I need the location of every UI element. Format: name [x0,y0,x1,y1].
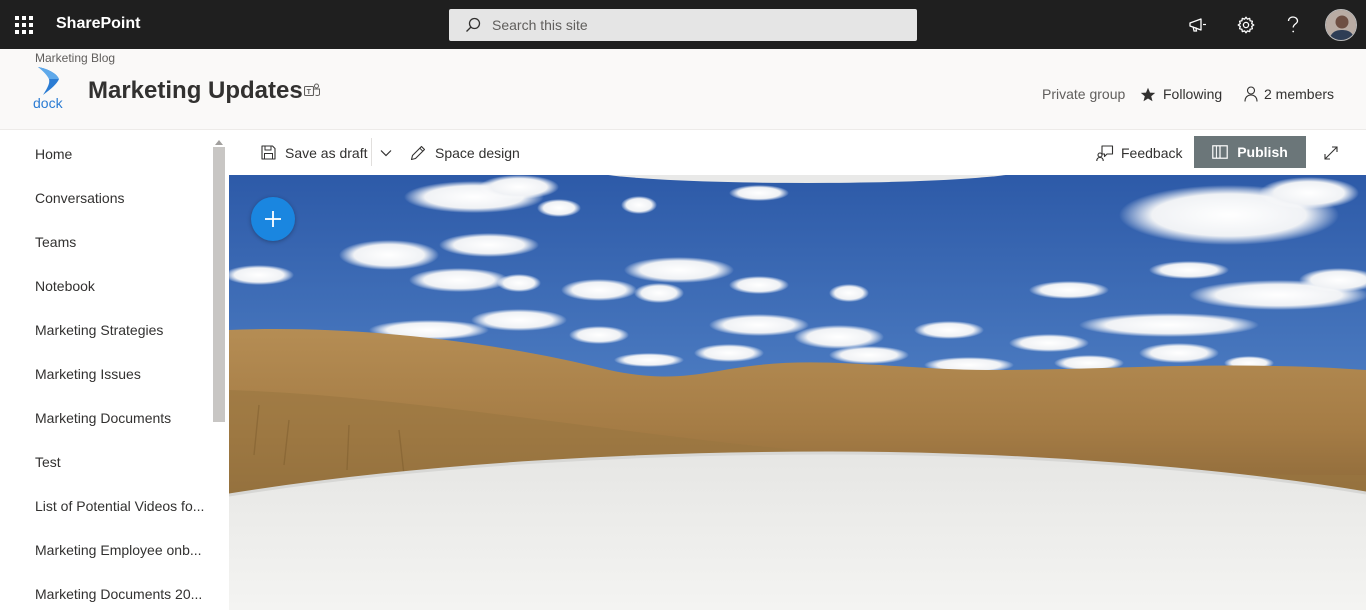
megaphone-icon [1189,18,1206,32]
search-input[interactable] [492,17,872,33]
pencil-icon [410,145,426,160]
left-nav: Home Conversations Teams Notebook Market… [0,130,229,610]
follow-button[interactable]: Following [1140,86,1222,102]
space-design-label: Space design [435,144,520,161]
app-launcher-button[interactable] [0,0,48,49]
save-options-dropdown[interactable] [380,130,392,175]
user-photo [1326,10,1356,40]
save-icon [261,145,276,160]
site-header: Marketing Blog dock Marketing Updates T … [0,49,1366,130]
nav-item-test[interactable]: Test [35,454,205,470]
settings-button[interactable] [1229,8,1263,42]
privacy-label: Private group [1042,86,1126,102]
nav-item-potential-videos[interactable]: List of Potential Videos fo... [35,498,205,514]
search-icon [466,17,481,32]
follow-label: Following [1163,86,1223,102]
help-button[interactable] [1276,8,1310,42]
nav-item-marketing-documents-20[interactable]: Marketing Documents 20... [35,586,205,602]
help-icon [1287,16,1299,33]
nav-item-employee-onboarding[interactable]: Marketing Employee onb... [35,542,205,558]
panorama-scene-image [229,175,1366,610]
publish-label: Publish [1237,144,1288,160]
svg-text:T: T [307,89,312,96]
whats-new-button[interactable] [1181,8,1215,42]
teams-icon[interactable]: T [304,83,321,99]
nav-item-home[interactable]: Home [35,146,205,162]
logo-mark-icon [38,67,59,95]
members-label: 2 members [1264,86,1335,102]
nav-item-marketing-documents[interactable]: Marketing Documents [35,410,205,426]
person-icon [1244,86,1258,102]
feedback-button[interactable]: Feedback [1096,130,1182,175]
plus-icon [265,211,281,227]
expand-icon [1324,145,1338,160]
nav-item-teams[interactable]: Teams [35,234,205,250]
save-as-draft-button[interactable]: Save as draft [261,130,368,175]
nav-item-notebook[interactable]: Notebook [35,278,205,294]
page-title[interactable]: Marketing Updates [88,77,303,105]
full-screen-button[interactable] [1323,130,1339,175]
star-icon [1140,87,1156,101]
site-logo[interactable]: dock [31,67,69,113]
gear-icon [1237,16,1255,34]
suite-bar: SharePoint [0,0,1366,49]
chevron-down-icon [380,149,392,156]
nav-item-conversations[interactable]: Conversations [35,190,205,206]
nav-item-marketing-strategies[interactable]: Marketing Strategies [35,322,205,338]
add-web-part-button[interactable] [251,197,295,241]
command-divider [371,138,372,166]
nav-item-marketing-issues[interactable]: Marketing Issues [35,366,205,382]
scroll-up-arrow-icon[interactable] [215,140,223,145]
waffle-icon [15,15,33,34]
members-button[interactable]: 2 members [1244,86,1334,102]
avatar[interactable] [1325,9,1357,41]
publish-button[interactable]: Publish [1194,136,1306,168]
book-icon [1212,145,1229,159]
feedback-label: Feedback [1121,144,1183,161]
search-box[interactable] [449,9,917,41]
breadcrumb[interactable]: Marketing Blog [35,51,115,65]
brand-name[interactable]: SharePoint [56,15,140,33]
logo-text: dock [33,95,63,111]
feedback-icon [1096,144,1114,161]
space-canvas[interactable] [229,175,1366,610]
space-design-button[interactable]: Space design [410,130,520,175]
nav-scrollbar-thumb[interactable] [213,147,225,422]
command-bar: Save as draft Space design Feedback Publ… [229,130,1366,175]
save-as-draft-label: Save as draft [285,144,368,161]
